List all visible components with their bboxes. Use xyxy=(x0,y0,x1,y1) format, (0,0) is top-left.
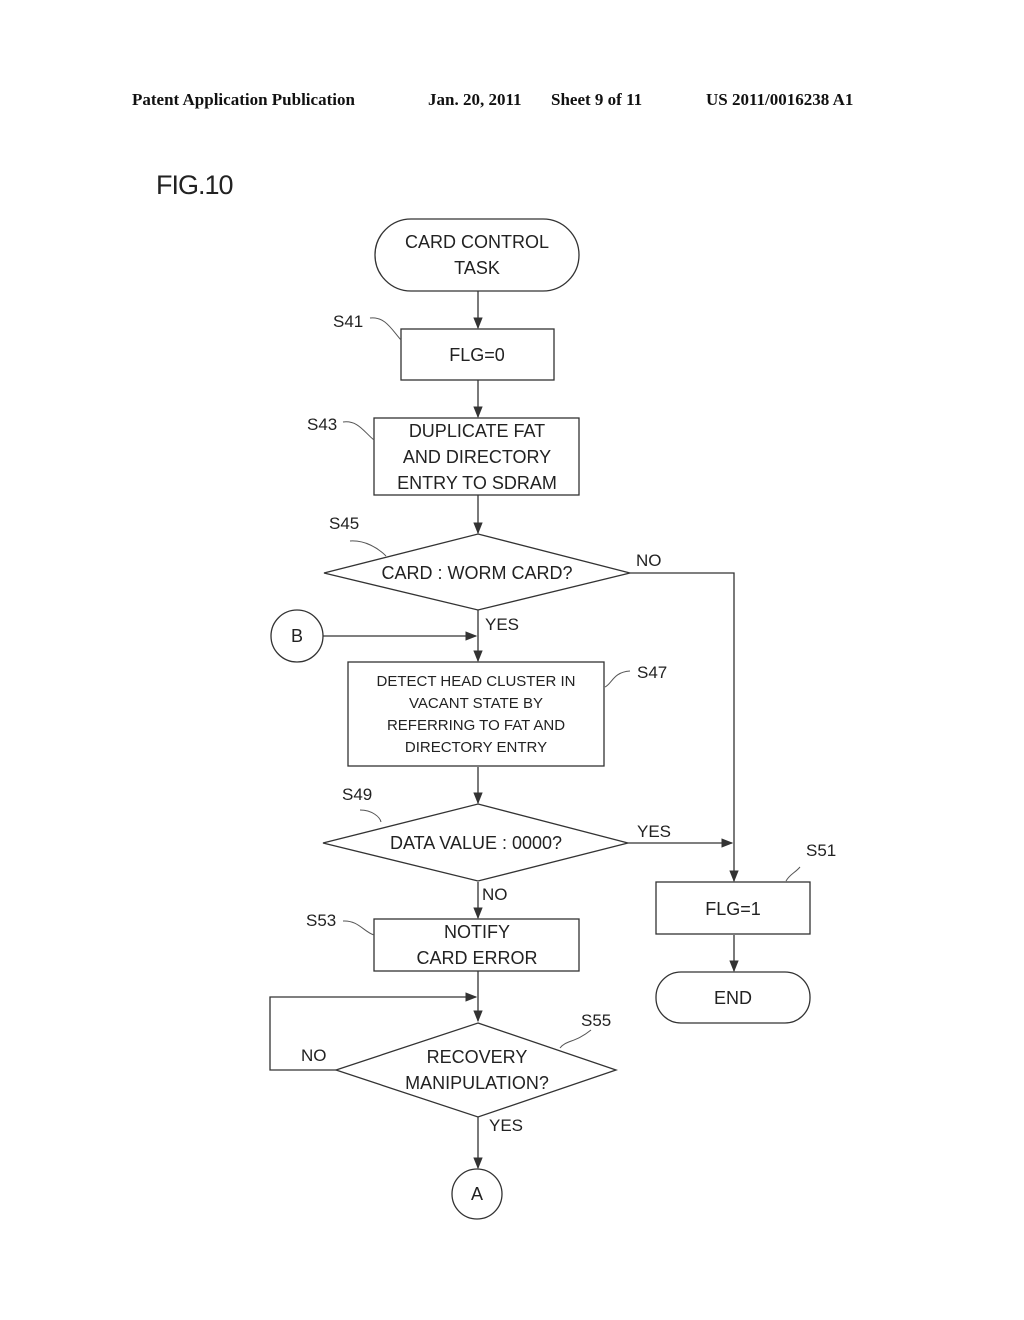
node-s45: CARD : WORM CARD? S45 NO YES xyxy=(323,514,662,634)
node-text: DETECT HEAD CLUSTER IN xyxy=(377,673,576,690)
node-text: END xyxy=(714,988,752,1008)
leader-line xyxy=(342,920,375,936)
branch-label-no: NO xyxy=(482,885,508,904)
node-text: CARD CONTROL xyxy=(405,232,549,252)
connector-label: A xyxy=(471,1184,483,1204)
node-s43: DUPLICATE FAT AND DIRECTORY ENTRY TO SDR… xyxy=(307,415,580,496)
flowchart: CARD CONTROL TASK FLG=0 S41 DUPLICATE FA… xyxy=(269,218,836,1220)
leader-line xyxy=(604,670,631,688)
connector-label: B xyxy=(291,626,303,646)
node-s55: RECOVERY MANIPULATION? S55 NO YES xyxy=(301,1011,619,1135)
branch-label-yes: YES xyxy=(485,615,519,634)
node-text: FLG=0 xyxy=(449,345,505,365)
node-text: DATA VALUE : 0000? xyxy=(390,833,562,853)
node-s51: FLG=1 S51 xyxy=(655,841,836,935)
node-text: AND DIRECTORY xyxy=(403,447,551,467)
step-label: S45 xyxy=(329,514,359,533)
node-text: VACANT STATE BY xyxy=(409,695,543,712)
step-label: S47 xyxy=(637,663,667,682)
step-label: S49 xyxy=(342,785,372,804)
node-end: END xyxy=(655,971,811,1024)
node-text: FLG=1 xyxy=(705,899,761,919)
leader-line xyxy=(785,866,801,882)
terminal-shape xyxy=(374,218,580,292)
node-text: REFERRING TO FAT AND xyxy=(387,717,565,734)
node-s41: FLG=0 S41 xyxy=(333,312,555,381)
branch-label-yes: YES xyxy=(489,1116,523,1135)
connector-b: B xyxy=(270,609,324,663)
node-text: RECOVERY xyxy=(427,1047,528,1067)
step-label: S41 xyxy=(333,312,363,331)
node-text: CARD ERROR xyxy=(416,948,537,968)
step-label: S53 xyxy=(306,911,336,930)
step-label: S43 xyxy=(307,415,337,434)
node-s49: DATA VALUE : 0000? S49 YES NO xyxy=(322,785,671,904)
node-start: CARD CONTROL TASK xyxy=(374,218,580,292)
leader-line xyxy=(349,540,387,557)
node-text: TASK xyxy=(454,258,500,278)
decision-shape xyxy=(333,1022,619,1118)
leader-line xyxy=(342,421,375,441)
node-text: DUPLICATE FAT xyxy=(409,421,545,441)
node-s53: NOTIFY CARD ERROR S53 xyxy=(306,911,580,972)
node-text: DIRECTORY ENTRY xyxy=(405,739,547,756)
node-text: NOTIFY xyxy=(444,922,510,942)
node-text: ENTRY TO SDRAM xyxy=(397,473,557,493)
leader-line xyxy=(359,809,382,823)
branch-label-no: NO xyxy=(301,1046,327,1065)
node-text: CARD : WORM CARD? xyxy=(381,563,572,583)
leader-line xyxy=(369,317,402,341)
node-s47: DETECT HEAD CLUSTER IN VACANT STATE BY R… xyxy=(347,661,667,767)
step-label: S51 xyxy=(806,841,836,860)
branch-label-no: NO xyxy=(636,551,662,570)
node-text: MANIPULATION? xyxy=(405,1073,549,1093)
connector-a: A xyxy=(451,1168,503,1220)
branch-label-yes: YES xyxy=(637,822,671,841)
leader-line xyxy=(559,1029,592,1049)
step-label: S55 xyxy=(581,1011,611,1030)
